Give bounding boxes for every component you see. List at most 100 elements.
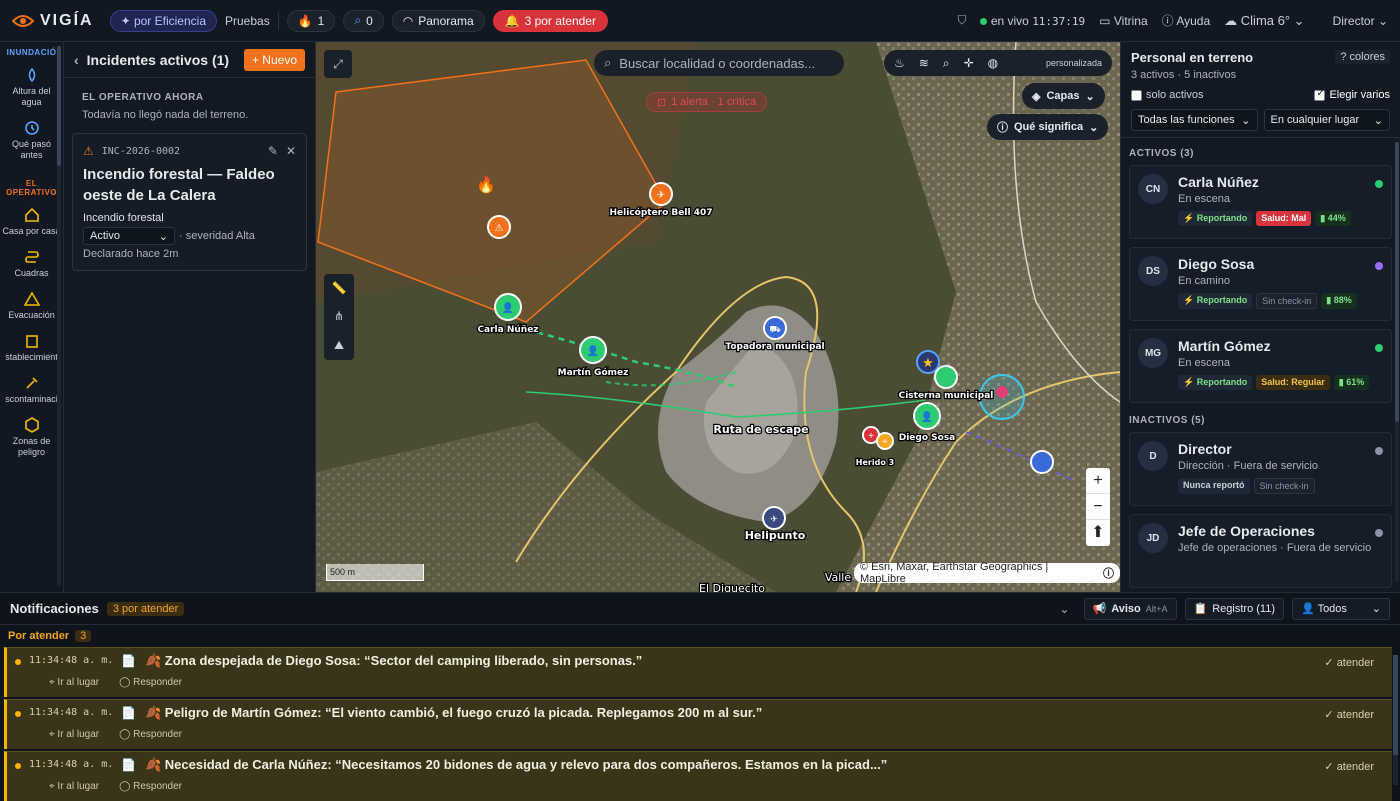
personnel-tag: ▮ 44% [1315, 211, 1351, 226]
search-tool-icon[interactable]: ⌕ [943, 56, 950, 71]
zoom-in-button[interactable]: + [1086, 468, 1110, 494]
nav-item-water-level[interactable]: Altura del agua [0, 61, 63, 114]
unread-dot [15, 711, 21, 717]
search-icon: ⌕ [354, 13, 362, 27]
nav-item-establishments[interactable]: stablecimient [0, 327, 63, 369]
go-to-place-link[interactable]: ⌖ Ir al lugar [49, 677, 99, 688]
pick-many-checkbox[interactable]: Elegir varios [1314, 88, 1390, 101]
nav-item-house[interactable]: Casa por casa [0, 201, 63, 243]
nav-section-operation: EL OPERATIVO [5, 179, 58, 197]
map-alert-banner[interactable]: ⊡ 1 alerta · 1 crítica [646, 92, 768, 112]
panorama-button[interactable]: ◠ Panorama [391, 9, 485, 32]
personnel-tag: ⚡ Reportando [1178, 293, 1253, 309]
reply-link[interactable]: ◯ Responder [119, 781, 182, 792]
vitrina-button[interactable]: ▭ Vitrina [1099, 14, 1147, 28]
chevron-down-icon: ⌄ [1373, 114, 1383, 127]
svg-text:✈: ✈ [770, 514, 778, 524]
fire-counter[interactable]: 🔥 1 [286, 9, 336, 32]
nav-label: stablecimient [5, 352, 58, 362]
role-menu[interactable]: Director ⌄ [1333, 14, 1388, 28]
ruler-icon[interactable]: 📏 [332, 281, 347, 295]
nav-item-history[interactable]: Qué pasó antes [0, 114, 63, 167]
nav-item-danger-zones[interactable]: Zonas de peligro [0, 411, 63, 464]
bell-icon: 🔔 [504, 13, 520, 28]
layers-button[interactable]: ◈ Capas ⌄ [1022, 83, 1105, 109]
registro-button[interactable]: 📋 Registro (11) [1184, 597, 1284, 620]
weather-button[interactable]: ☁ Clima 6° ⌄ [1224, 13, 1304, 29]
pending-group-count: 3 [75, 630, 92, 642]
map-search[interactable]: ⌕ Buscar localidad o coordenadas... [594, 50, 844, 76]
collapse-icon[interactable]: ⌄ [1059, 602, 1069, 616]
aviso-button[interactable]: 📢 Aviso Alt+A [1083, 597, 1177, 620]
nav-scrollbar[interactable] [57, 46, 61, 586]
personnel-panel: Personal en terreno 3 activos · 5 inacti… [1120, 42, 1400, 592]
attend-button[interactable]: ✓ atender [1324, 760, 1374, 773]
go-to-place-link[interactable]: ⌖ Ir al lugar [49, 781, 99, 792]
notification-row[interactable]: 11:34:48 a. m. 📄 🍂 Zona despejada de Die… [4, 647, 1392, 697]
attend-button[interactable]: ✓ atender [1324, 708, 1374, 721]
pruebas-link[interactable]: Pruebas [225, 14, 270, 28]
wind-tool-icon[interactable]: ≋ [919, 56, 929, 70]
place-filter[interactable]: En cualquier lugar ⌄ [1263, 109, 1390, 131]
reply-link[interactable]: ◯ Responder [119, 729, 182, 740]
map-view[interactable]: ✈ ⚠ 🔥 👤 👤 ⛟ ★ 👤 + + ✈ Helicóptero Bell 4… [316, 42, 1120, 592]
panorama-label: Panorama [418, 13, 474, 28]
hexagon-icon [24, 417, 39, 433]
shield-icon[interactable]: ⛉ [957, 13, 966, 28]
help-icon: ⓘ [1161, 14, 1174, 28]
search-counter[interactable]: ⌕ 0 [343, 9, 384, 32]
zoom-out-button[interactable]: − [1086, 494, 1110, 520]
only-active-checkbox[interactable]: solo activos [1131, 89, 1203, 101]
mode-pill[interactable]: ✦ por Eficiencia [109, 9, 217, 32]
mountain-icon[interactable]: ⛰ [334, 338, 344, 353]
pencil-icon[interactable]: ✎ [268, 144, 278, 158]
status-select[interactable]: Activo ⌄ [83, 227, 175, 245]
crosshair-tool-icon[interactable]: ✛ [964, 56, 974, 70]
compass-button[interactable]: ⬆ [1086, 520, 1110, 546]
personnel-scrollbar[interactable] [1395, 142, 1399, 582]
notification-time: 11:34:48 a. m. [29, 759, 114, 770]
go-to-place-link[interactable]: ⌖ Ir al lugar [49, 729, 99, 740]
colors-help-button[interactable]: ? colores [1335, 50, 1390, 64]
fullscreen-button[interactable]: ⤢ [324, 50, 352, 78]
map-search-input[interactable]: Buscar localidad o coordenadas... [619, 56, 815, 71]
notification-row[interactable]: 11:34:48 a. m. 📄 🍂 Necesidad de Carla Nú… [4, 751, 1392, 801]
nav-label: Altura del agua [12, 86, 51, 107]
close-icon[interactable]: ✕ [286, 144, 296, 158]
personnel-card[interactable]: D Director Dirección · Fuera de servicio… [1129, 432, 1392, 506]
zoom-control: + − ⬆ [1086, 468, 1110, 546]
attend-button[interactable]: ✓ atender [1324, 656, 1374, 669]
notifications-scrollbar[interactable] [1393, 655, 1398, 785]
back-icon[interactable]: ‹ [74, 52, 79, 68]
personnel-card[interactable]: JD Jefe de Operaciones Jefe de operacion… [1129, 514, 1392, 588]
nav-item-evacuation[interactable]: Evacuación [0, 285, 63, 327]
attribution-text: © Esri, Maxar, Earthstar Geographics | M… [860, 561, 1049, 585]
incident-card[interactable]: ⚠ INC-2026-0002 ✎ ✕ Incendio forestal — … [72, 133, 307, 271]
personnel-card[interactable]: DS Diego Sosa En camino ⚡ Reportando Sin … [1129, 247, 1392, 321]
go-label: Ir al lugar [57, 781, 100, 792]
help-button[interactable]: ⓘ Ayuda [1162, 12, 1211, 29]
notification-row[interactable]: 11:34:48 a. m. 📄 🍂 Peligro de Martín Góm… [4, 699, 1392, 749]
nav-item-decontamination[interactable]: scontaminaci [0, 369, 63, 411]
nav-item-blocks[interactable]: Cuadras [0, 243, 63, 285]
fire-tool-icon[interactable]: ♨ [894, 56, 905, 70]
nodes-icon[interactable]: ⋔ [334, 309, 344, 323]
personnel-card[interactable]: MG Martín Gómez En escena ⚡ Reportando Sa… [1129, 329, 1392, 403]
reply-link[interactable]: ◯ Responder [119, 677, 182, 688]
globe-tool-icon[interactable]: ◍ [988, 56, 998, 70]
pending-group[interactable]: Por atender 3 [0, 625, 1400, 647]
notifications-panel: Notificaciones 3 por atender ⌄ 📢 Aviso Alt… [0, 592, 1400, 801]
attend-button[interactable]: 🔔 3 por atender [492, 9, 608, 32]
filter-value: Todos [1317, 603, 1347, 615]
layers-label: Capas [1046, 90, 1080, 102]
inactive-list: D Director Dirección · Fuera de servicio… [1121, 432, 1400, 588]
filter-select[interactable]: 👤 Todos ⌄ [1292, 597, 1390, 620]
map-label-martin: Martín Gómez [558, 367, 629, 378]
personnel-card[interactable]: CN Carla Núñez En escena ⚡ Reportando Sal… [1129, 165, 1392, 239]
personnel-tag: ⚡ Reportando [1178, 211, 1253, 226]
brand[interactable]: VIGÍA [12, 12, 94, 30]
legend-button[interactable]: ⓘ Qué significa ⌄ [987, 114, 1109, 140]
info-icon[interactable]: ⓘ [1103, 565, 1114, 581]
role-filter[interactable]: Todas las funciones ⌄ [1131, 109, 1258, 131]
new-incident-button[interactable]: + Nuevo [243, 48, 305, 71]
